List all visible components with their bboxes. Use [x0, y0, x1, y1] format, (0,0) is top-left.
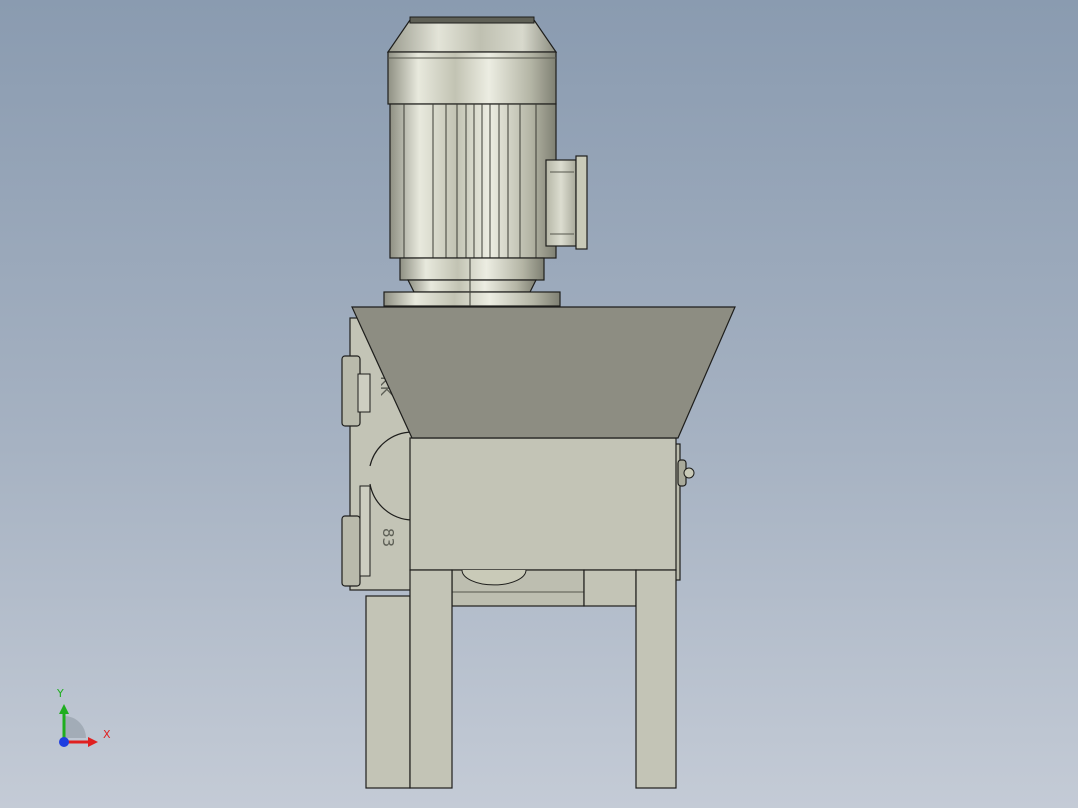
- x-axis-label: X: [103, 728, 111, 741]
- graphics-viewport[interactable]: KK 83 X Y: [0, 0, 1078, 808]
- z-axis-origin: [59, 737, 69, 747]
- terminal-box[interactable]: [545, 155, 588, 250]
- motor-top-cap[interactable]: [386, 16, 558, 105]
- frame-leg-right[interactable]: [635, 569, 677, 789]
- motor-body[interactable]: [389, 103, 557, 259]
- frame-leg-left[interactable]: [365, 569, 453, 789]
- x-axis-arrow: [64, 737, 98, 747]
- hopper[interactable]: [351, 306, 736, 439]
- cad-model[interactable]: KK 83: [0, 0, 1078, 808]
- motor-flange[interactable]: [383, 257, 561, 307]
- y-axis-label: Y: [57, 687, 64, 700]
- coordinate-triad: X Y: [40, 680, 130, 760]
- gearbox-size-engraving: 83: [379, 528, 397, 547]
